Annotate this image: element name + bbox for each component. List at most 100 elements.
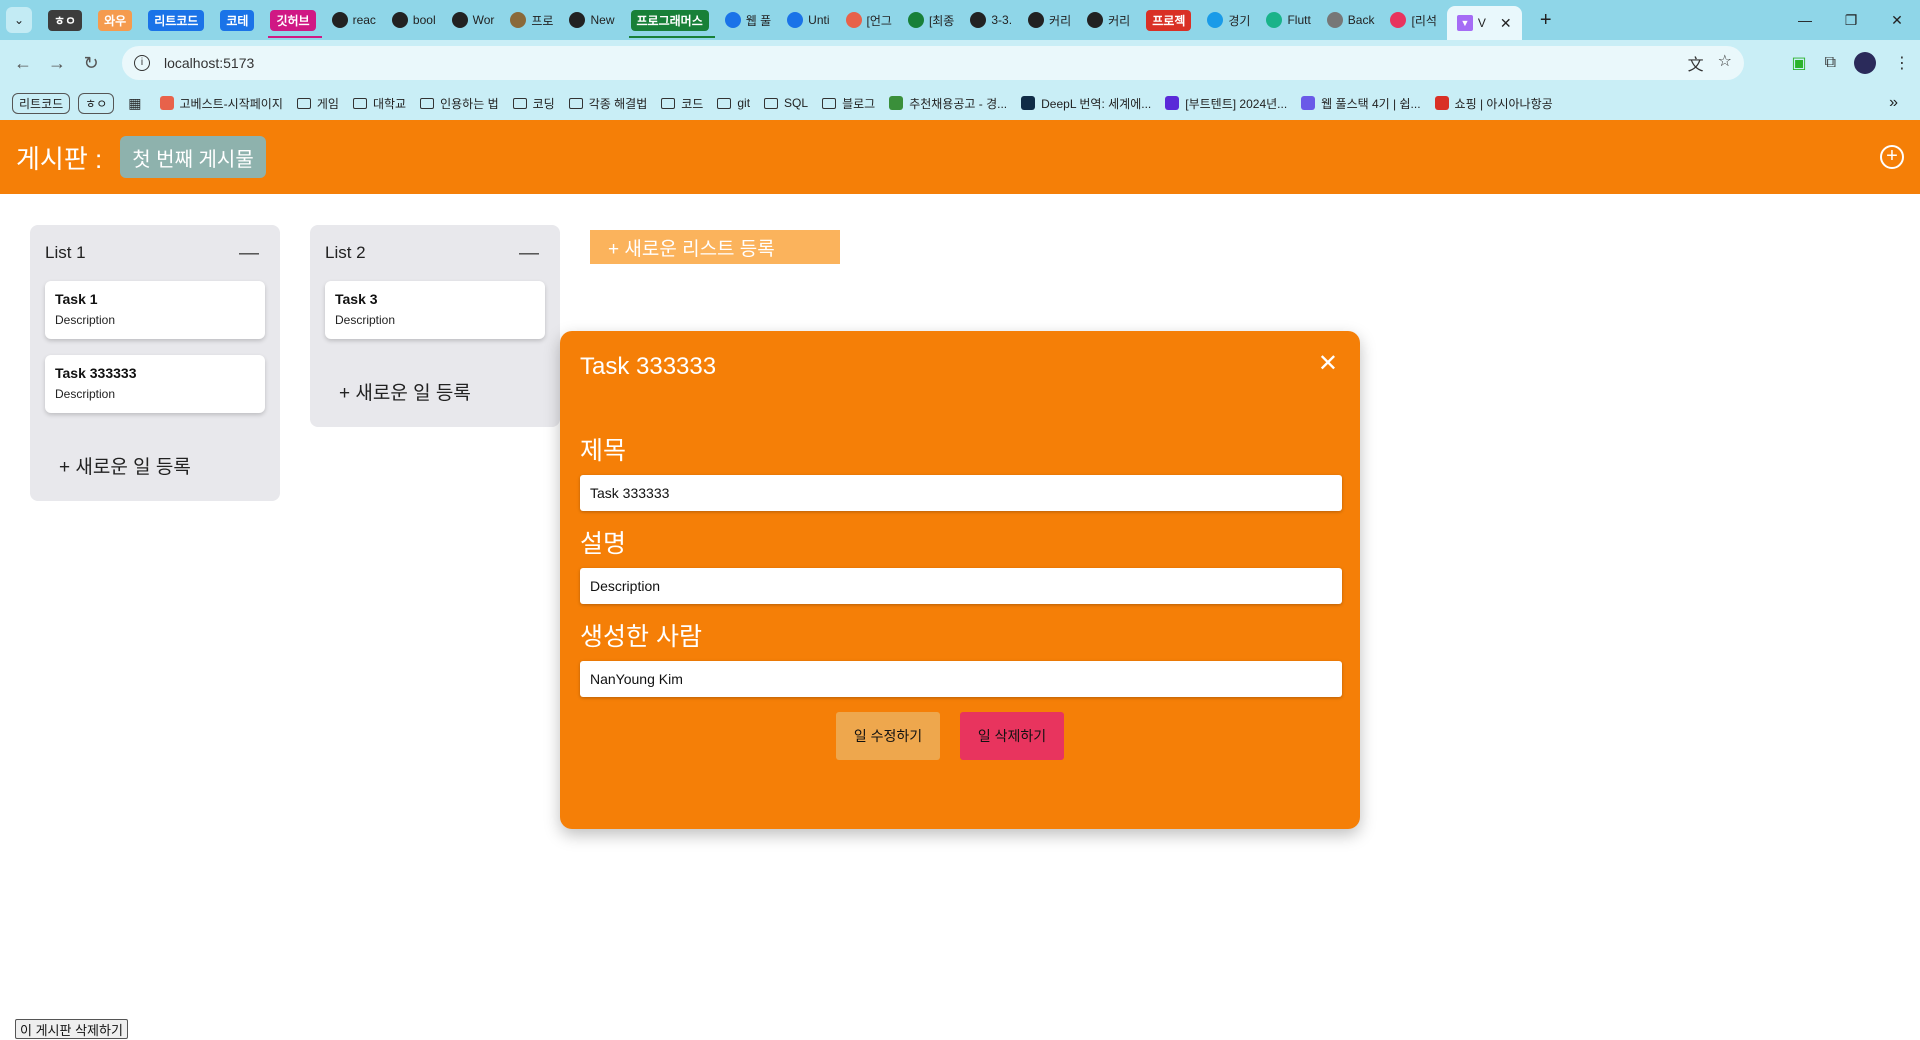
bookmark-item[interactable]: 웹 풀스택 4기 | 쉽... (1301, 95, 1421, 112)
tab-label: Unti (808, 13, 830, 27)
edit-task-button[interactable]: 일 수정하기 (836, 712, 940, 760)
bookmark-item[interactable]: 추천채용공고 - 경... (889, 95, 1007, 112)
profile-avatar[interactable] (1854, 52, 1876, 74)
bookmark-item[interactable]: 게임 (296, 95, 339, 112)
bookmark-item[interactable]: DeepL 번역: 세계에... (1021, 95, 1151, 112)
browser-tab[interactable]: 커리 (1022, 5, 1077, 35)
tab-search-button[interactable]: ⌄ (6, 7, 32, 33)
browser-tab[interactable]: 프로젝 (1140, 5, 1197, 35)
task-title: Task 1 (55, 291, 98, 307)
browser-tab[interactable]: 리트코드 (142, 5, 210, 35)
browser-tab[interactable]: reac (326, 5, 382, 35)
menu-kebab-icon[interactable]: ⋮ (1894, 53, 1910, 73)
browser-tab[interactable]: 3-3. (964, 5, 1018, 35)
bookmark-item[interactable]: 코딩 (512, 95, 555, 112)
url-text[interactable]: localhost:5173 (164, 55, 254, 71)
browser-tab[interactable]: ㅎㅇ (42, 5, 88, 35)
more-bookmarks-icon[interactable]: » (1889, 94, 1898, 112)
tab-group-label[interactable]: 프로그래머스 (630, 9, 709, 31)
address-bar[interactable]: i localhost:5173 文 ☆ (122, 46, 1744, 80)
new-list-button[interactable]: + 새로운 리스트 등록 (590, 230, 840, 264)
modal-title: Task 333333 (580, 353, 717, 380)
list-column: List 1 — Task 1 Description Task 333333 … (30, 225, 280, 501)
add-task-button[interactable]: + 새로운 일 등록 (45, 429, 265, 501)
creator-input[interactable] (580, 661, 1342, 697)
add-task-button[interactable]: + 새로운 일 등록 (325, 355, 545, 427)
four-icon (724, 12, 741, 28)
tab-close-icon[interactable]: ✕ (1500, 15, 1512, 32)
task-card[interactable]: Task 3 Description (325, 281, 545, 339)
browser-tab[interactable]: bool (386, 5, 442, 35)
tab-group-label[interactable]: 프로젝 (1146, 9, 1192, 31)
browser-tab[interactable]: 웹 풀 (719, 5, 777, 35)
collapse-icon[interactable]: — (519, 242, 545, 265)
minimize-button[interactable]: — (1782, 0, 1828, 40)
bookmark-item[interactable]: 쇼핑 | 아시아나항공 (1434, 95, 1553, 112)
browser-tab[interactable]: [최종 (902, 5, 960, 35)
browser-tab[interactable]: 프로 (504, 5, 559, 35)
tab-group-label[interactable]: 와우 (98, 9, 133, 31)
delete-task-button[interactable]: 일 삭제하기 (960, 712, 1064, 760)
task-card[interactable]: Task 1 Description (45, 281, 265, 339)
browser-tab[interactable]: Flutt (1260, 5, 1316, 35)
bookmark-item[interactable]: 각종 해결법 (568, 95, 648, 112)
apps-grid-icon[interactable]: ▦ (128, 95, 141, 112)
close-window-button[interactable]: ✕ (1874, 0, 1920, 40)
translate-icon[interactable]: 文 (1688, 51, 1704, 75)
task-card[interactable]: Task 333333 Description (45, 355, 265, 413)
browser-tab[interactable]: 프로그래머스 (625, 5, 715, 38)
board-title[interactable]: 첫 번째 게시물 (120, 136, 266, 178)
browser-tab[interactable]: 코테 (214, 5, 260, 35)
bookmark-item[interactable]: 인용하는 법 (420, 95, 499, 112)
add-board-icon[interactable]: + (1880, 145, 1904, 169)
extension-green-icon[interactable]: ▣ (1791, 53, 1806, 73)
browser-tab[interactable]: 경기 (1201, 5, 1256, 35)
tab-group-label[interactable]: 코테 (220, 9, 255, 31)
browser-tab[interactable]: 커리 (1081, 5, 1136, 35)
title-input[interactable] (580, 475, 1342, 511)
circle-icon (1207, 12, 1224, 28)
browser-tab[interactable]: Wor (446, 5, 501, 35)
restore-button[interactable]: ❐ (1828, 0, 1874, 40)
description-input[interactable] (580, 568, 1342, 604)
bookmark-pill[interactable]: 리트코드 (12, 92, 71, 114)
bookmark-item[interactable]: 고베스트-시작페이지 (159, 95, 283, 112)
bookmark-item[interactable]: [부트텐트] 2024년... (1165, 95, 1287, 112)
tab-group-label[interactable]: ㅎㅇ (48, 9, 83, 31)
browser-tab[interactable]: 와우 (92, 5, 138, 35)
new-tab-button[interactable]: + (1532, 6, 1560, 34)
bookmark-item[interactable]: SQL (764, 96, 808, 110)
browser-tab[interactable]: Back (1321, 5, 1381, 35)
forward-icon[interactable]: → (40, 46, 74, 80)
browser-tab[interactable]: [언그 (840, 5, 898, 35)
window-controls: — ❐ ✕ (1782, 0, 1920, 40)
site-info-icon[interactable]: i (134, 55, 150, 71)
bookmark-item[interactable]: 대학교 (352, 95, 406, 112)
browser-tab[interactable]: [리석 (1384, 5, 1442, 35)
browser-tab[interactable]: New (563, 5, 620, 35)
collapse-icon[interactable]: — (239, 242, 265, 265)
browser-tab[interactable]: Unti (781, 5, 835, 35)
tab-group-underline (268, 36, 322, 38)
bookmark-pill[interactable]: ㅎㅇ (78, 92, 115, 114)
delete-board-button[interactable]: 이 게시판 삭제하기 (15, 1019, 128, 1039)
bookmark-star-icon[interactable]: ☆ (1718, 51, 1732, 75)
bookmark-label: 웹 풀스택 4기 | 쉽... (1321, 96, 1421, 111)
bookmark-label: 각종 해결법 (588, 96, 648, 111)
browser-tabstrip: ⌄ ㅎㅇ 와우 리트코드 코테 깃허브 reac bool Wor 프로 New 프로그래머스 웹 풀… (0, 0, 1920, 40)
back-icon[interactable]: ← (6, 46, 40, 80)
tab-group-label[interactable]: 깃허브 (270, 9, 316, 31)
list-title[interactable]: List 1 (45, 243, 86, 263)
bookmark-item[interactable]: git (717, 96, 750, 110)
github-icon (569, 12, 586, 28)
extensions-puzzle-icon[interactable]: ⧉ (1825, 54, 1836, 72)
tab-label: V (1477, 16, 1486, 30)
bookmark-item[interactable]: 블로그 (822, 95, 875, 112)
reload-icon[interactable]: ↻ (74, 46, 108, 80)
bookmark-item[interactable]: 코드 (661, 95, 703, 112)
close-icon[interactable]: ✕ (1318, 349, 1338, 378)
browser-tab[interactable]: 깃허브 (264, 5, 322, 38)
tab-active[interactable]: ▼ V ✕ (1446, 6, 1522, 40)
list-title[interactable]: List 2 (325, 243, 366, 263)
tab-group-label[interactable]: 리트코드 (148, 9, 205, 31)
